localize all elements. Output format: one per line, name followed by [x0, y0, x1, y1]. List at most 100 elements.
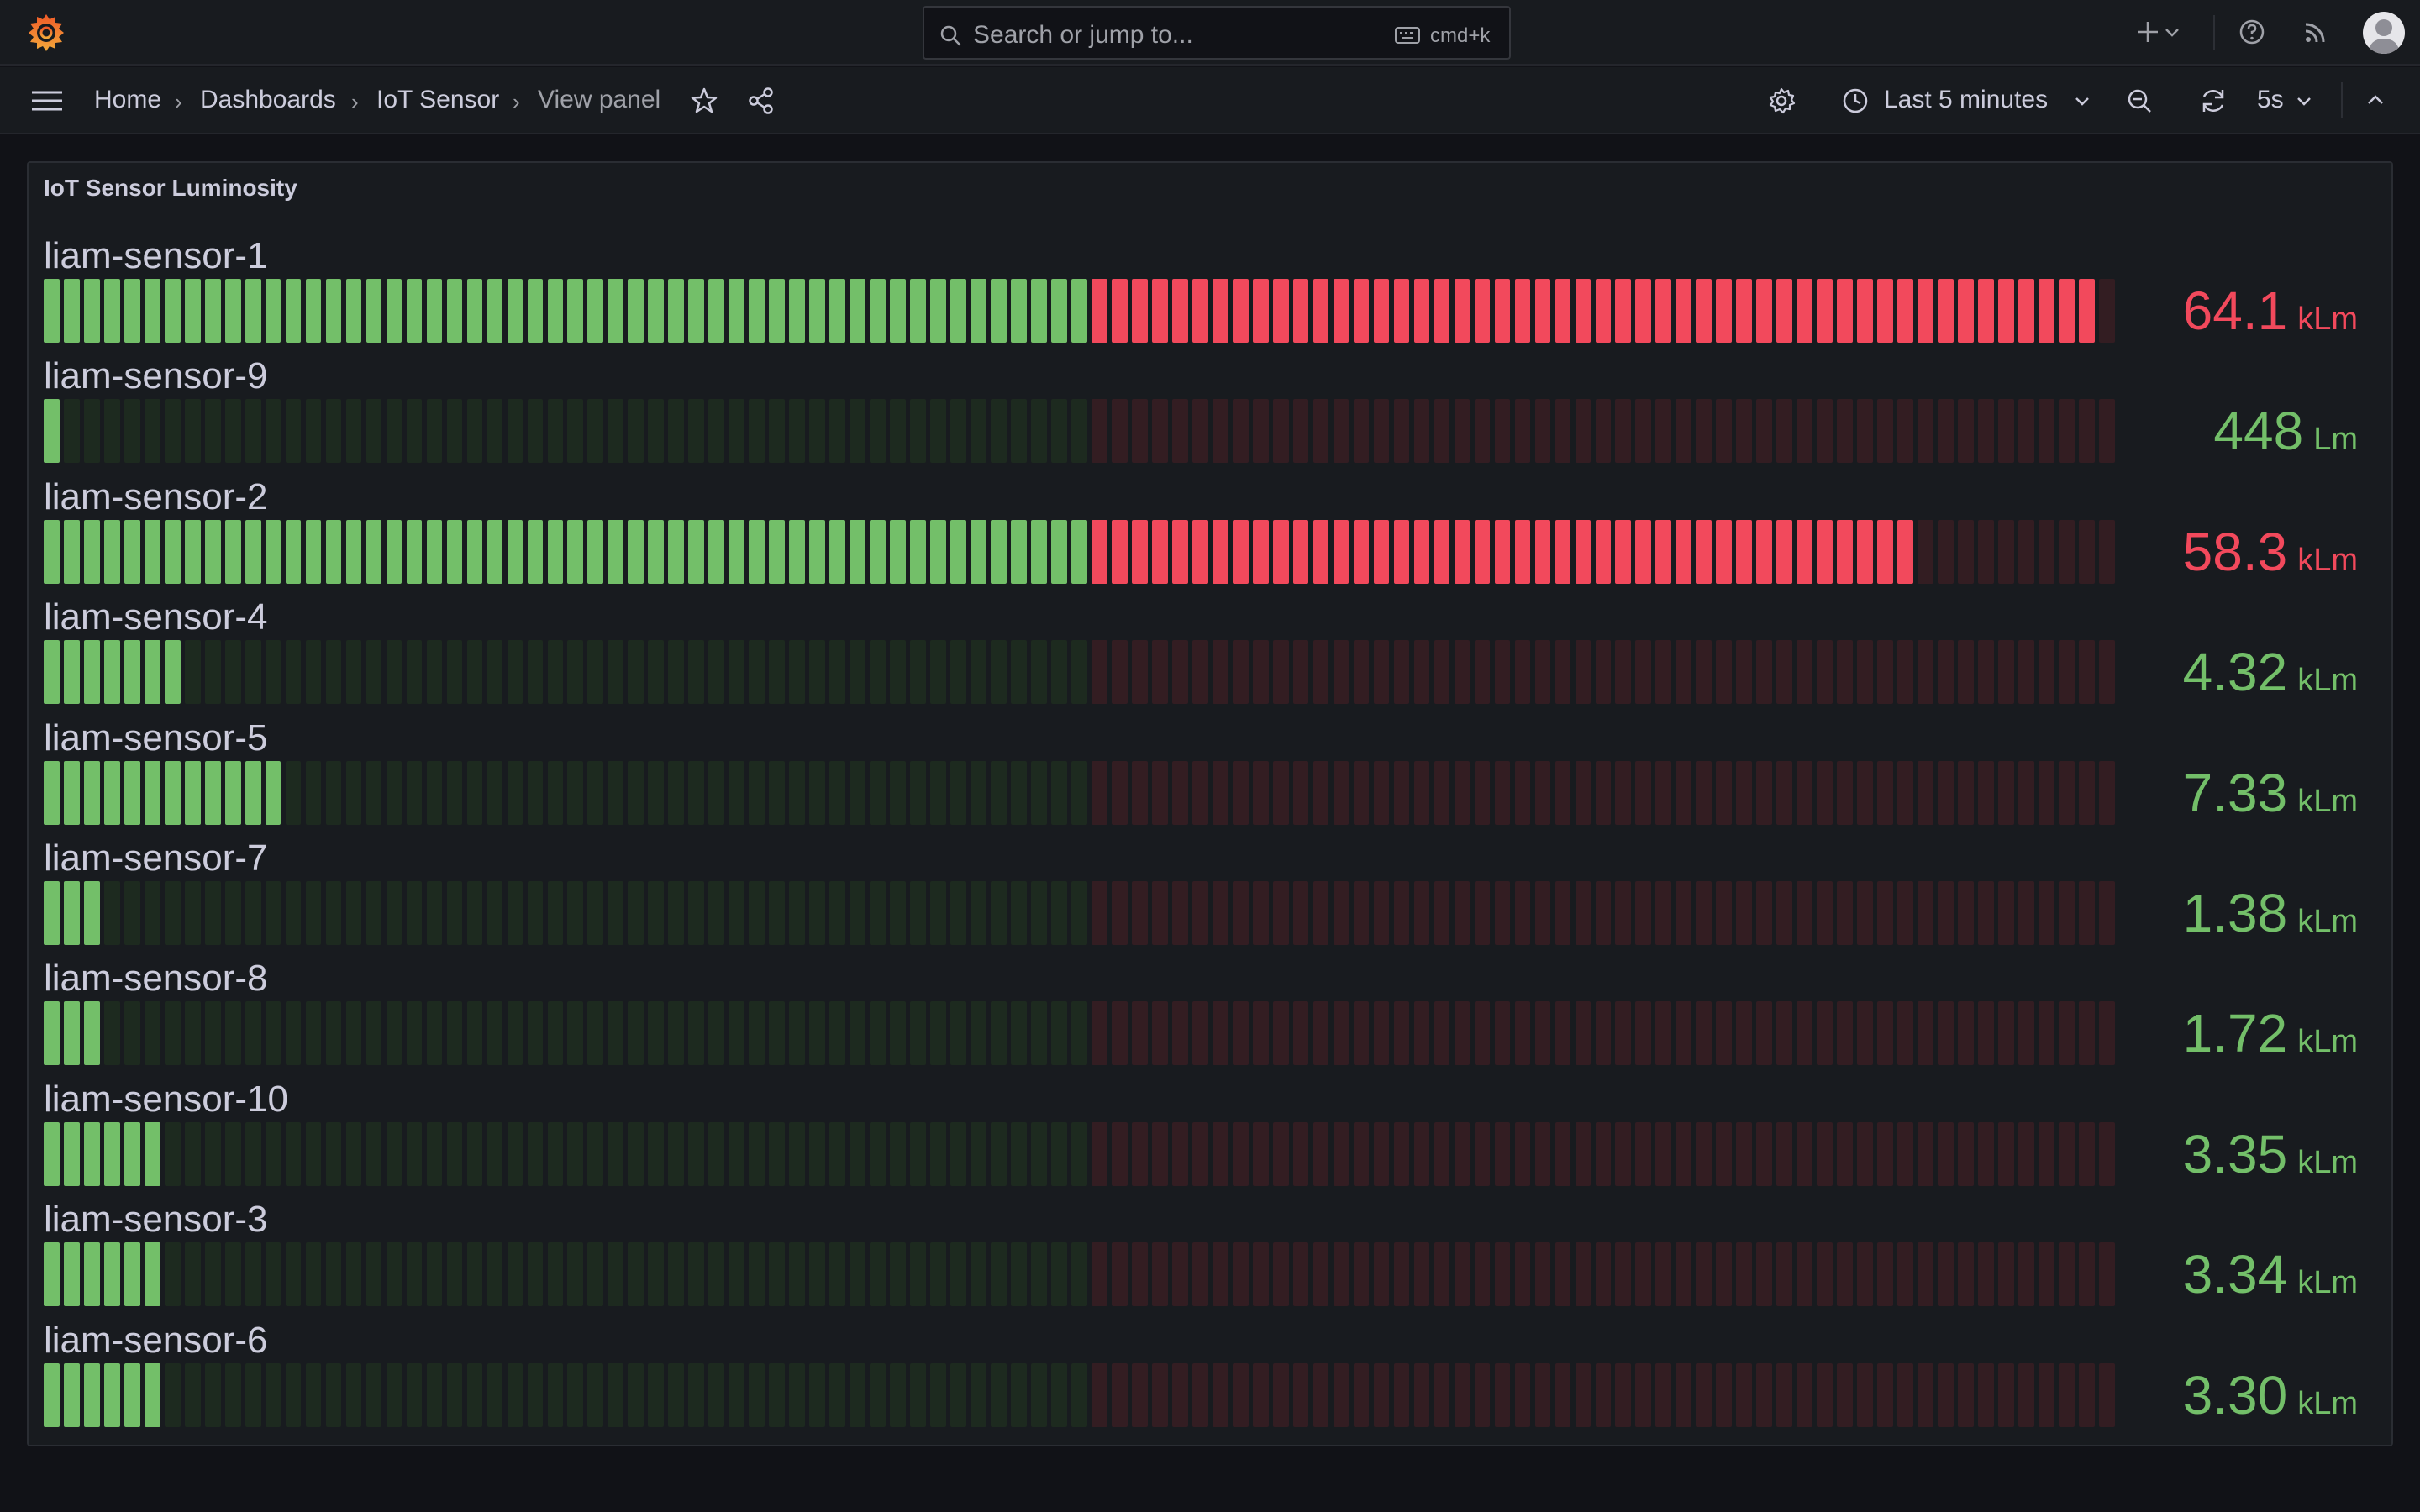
gauge-segment — [1292, 1242, 1309, 1307]
gauge-segment — [1192, 1362, 1208, 1427]
gauge-segment — [1272, 399, 1289, 464]
share-icon[interactable] — [746, 86, 776, 116]
gauge-segment — [789, 1001, 805, 1066]
chevron-down-icon[interactable] — [2072, 86, 2092, 116]
gauge-segment — [1252, 760, 1269, 825]
time-range-picker[interactable]: Last 5 minutes — [1884, 86, 2048, 114]
refresh-icon[interactable] — [2198, 86, 2228, 116]
gear-icon[interactable] — [1766, 86, 1797, 116]
gauge-segment — [1272, 1242, 1289, 1307]
gauge-segment — [2018, 399, 2034, 464]
gauge-segment — [2039, 760, 2054, 825]
gauge-segment — [769, 640, 785, 705]
gauge-segment — [2039, 519, 2054, 584]
chevron-up-icon[interactable] — [2363, 86, 2388, 116]
gauge-segment — [1676, 1242, 1692, 1307]
gauge-segment — [648, 399, 665, 464]
gauge-segment — [83, 519, 100, 584]
gauge-segment — [1938, 760, 1954, 825]
gauge-segment — [1313, 519, 1329, 584]
avatar[interactable] — [2363, 12, 2405, 54]
sensor-row: liam-sensor-6 3.30 kLm — [29, 1320, 2395, 1440]
gauge-segment — [1897, 881, 1913, 945]
gauge-segment — [1635, 519, 1652, 584]
chevron-down-icon[interactable] — [2163, 17, 2181, 47]
sensor-gauge — [44, 519, 2119, 584]
clock-icon[interactable] — [1840, 86, 1870, 116]
gauge-segment — [1313, 279, 1329, 343]
gauge-segment — [224, 279, 241, 343]
gauge-segment — [1776, 760, 1793, 825]
gauge-segment — [386, 1121, 402, 1186]
gauge-segment — [325, 881, 342, 945]
breadcrumb-home[interactable]: Home — [94, 86, 161, 114]
panel-title[interactable]: IoT Sensor Luminosity — [44, 175, 297, 202]
gauge-segment — [587, 1242, 604, 1307]
gauge-segment — [2099, 1001, 2115, 1066]
gauge-segment — [204, 279, 221, 343]
gauge-segment — [1776, 519, 1793, 584]
gauge-segment — [1575, 760, 1591, 825]
breadcrumb-dashboards[interactable]: Dashboards — [200, 86, 336, 114]
gauge-segment — [930, 1362, 946, 1427]
gauge-segment — [1676, 881, 1692, 945]
gauge-segment — [345, 1242, 362, 1307]
gauge-segment — [1393, 1362, 1410, 1427]
star-icon[interactable] — [689, 86, 719, 116]
gauge-segment — [1615, 881, 1632, 945]
gauge-segment — [527, 519, 544, 584]
gauge-segment — [1272, 1362, 1289, 1427]
gauge-segment — [749, 519, 765, 584]
plus-icon[interactable] — [2133, 17, 2163, 47]
gauge-segment — [769, 519, 785, 584]
gauge-segment — [245, 1242, 261, 1307]
gauge-segment — [789, 279, 805, 343]
gauge-segment — [245, 640, 261, 705]
gauge-segment — [829, 1242, 845, 1307]
search-input[interactable]: Search or jump to... cmd+k — [923, 6, 1511, 60]
gauge-segment — [688, 519, 705, 584]
gauge-segment — [2018, 1001, 2034, 1066]
gauge-segment — [1192, 519, 1208, 584]
rss-icon[interactable] — [2301, 17, 2331, 47]
gauge-segment — [1232, 1001, 1249, 1066]
gauge-segment — [1272, 279, 1289, 343]
gauge-segment — [265, 1242, 281, 1307]
gauge-segment — [1192, 640, 1208, 705]
zoom-out-icon[interactable] — [2124, 86, 2154, 116]
chevron-down-icon[interactable] — [2294, 86, 2314, 116]
gauge-segment — [1292, 640, 1309, 705]
gauge-segment — [2099, 279, 2115, 343]
grafana-logo-icon[interactable] — [25, 12, 67, 54]
gauge-segment — [1998, 399, 2014, 464]
refresh-interval-picker[interactable]: 5s — [2257, 86, 2284, 114]
help-icon[interactable] — [2237, 17, 2267, 47]
gauge-segment — [1514, 1242, 1531, 1307]
hamburger-menu-icon[interactable] — [30, 86, 64, 116]
gauge-segment — [164, 399, 181, 464]
gauge-segment — [2059, 399, 2075, 464]
gauge-segment — [446, 1001, 463, 1066]
gauge-segment — [345, 760, 362, 825]
gauge-segment — [1635, 279, 1652, 343]
gauge-segment — [406, 881, 423, 945]
gauge-segment — [285, 1121, 302, 1186]
gauge-segment — [366, 1121, 382, 1186]
gauge-segment — [1151, 881, 1168, 945]
gauge-segment — [1232, 640, 1249, 705]
gauge-segment — [83, 1001, 100, 1066]
gauge-segment — [1131, 519, 1148, 584]
gauge-segment — [1212, 881, 1228, 945]
gauge-segment — [1978, 1121, 1994, 1186]
breadcrumb-dashboard[interactable]: IoT Sensor — [376, 86, 499, 114]
gauge-segment — [1071, 881, 1087, 945]
sensor-value: 1.72 kLm — [2183, 1001, 2358, 1065]
gauge-segment — [265, 1362, 281, 1427]
gauge-segment — [2059, 279, 2075, 343]
gauge-segment — [1756, 1121, 1773, 1186]
gauge-segment — [184, 1362, 201, 1427]
gauge-segment — [1817, 1001, 1833, 1066]
gauge-segment — [1595, 399, 1612, 464]
gauge-segment — [1011, 881, 1027, 945]
gauge-segment — [1797, 1121, 1812, 1186]
